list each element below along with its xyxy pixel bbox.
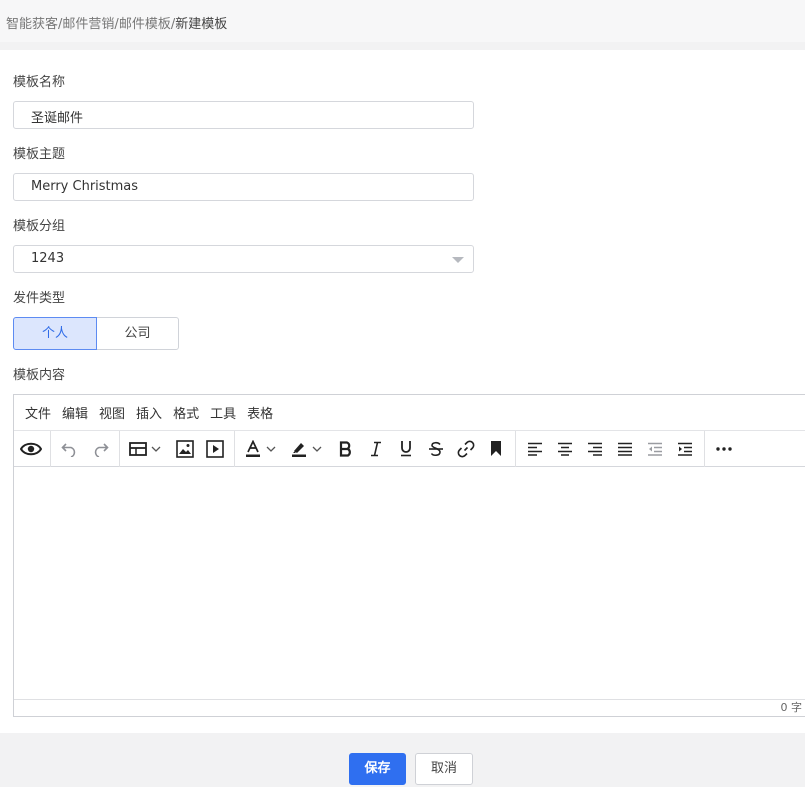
menu-file[interactable]: 文件 <box>25 403 51 422</box>
highlight-icon <box>292 442 322 457</box>
preview-button[interactable] <box>16 434 46 464</box>
editor-statusbar: 0 字 <box>14 699 805 716</box>
breadcrumb-current: 新建模板 <box>175 17 228 32</box>
send-type-personal[interactable]: 个人 <box>13 317 97 350</box>
send-type-company[interactable]: 公司 <box>96 317 179 350</box>
indent-button[interactable] <box>670 434 700 464</box>
menu-format[interactable]: 格式 <box>173 403 199 422</box>
align-right-button[interactable] <box>580 434 610 464</box>
insert-image-button[interactable] <box>170 434 200 464</box>
insert-table-button[interactable] <box>124 434 170 464</box>
redo-button[interactable] <box>85 434 115 464</box>
bookmark-icon <box>491 441 501 456</box>
underline-button[interactable] <box>391 434 421 464</box>
breadcrumb: 智能获客/邮件营销/邮件模板/新建模板 <box>0 0 805 42</box>
editor-toolbar <box>14 430 805 467</box>
template-group-label: 模板分组 <box>13 219 66 234</box>
italic-icon <box>371 441 381 456</box>
italic-button[interactable] <box>361 434 391 464</box>
bold-button[interactable] <box>331 434 361 464</box>
underline-icon <box>401 441 411 457</box>
template-content-label: 模板内容 <box>13 368 66 383</box>
align-right-icon <box>588 442 602 456</box>
eye-icon <box>20 442 42 455</box>
insert-anchor-button[interactable] <box>481 434 511 464</box>
breadcrumb-item-email-templates[interactable]: 邮件模板 <box>119 17 171 32</box>
align-left-icon <box>528 442 542 456</box>
more-button[interactable] <box>709 434 739 464</box>
align-justify-button[interactable] <box>610 434 640 464</box>
breadcrumb-item-email-marketing[interactable]: 邮件营销 <box>62 17 114 32</box>
more-icon <box>716 446 732 451</box>
template-subject-label: 模板主题 <box>13 147 66 162</box>
editor-menubar: 文件 编辑 视图 插入 格式 工具 表格 <box>14 395 805 431</box>
image-icon <box>176 439 194 458</box>
align-justify-icon <box>618 442 632 456</box>
align-left-button[interactable] <box>520 434 550 464</box>
undo-button[interactable] <box>55 434 85 464</box>
indent-icon <box>678 442 692 456</box>
undo-icon <box>61 442 76 457</box>
template-name-label: 模板名称 <box>13 75 66 90</box>
template-group-value: 1243 <box>31 251 65 266</box>
send-type-label: 发件类型 <box>13 291 66 306</box>
link-icon <box>457 440 475 457</box>
strikethrough-icon <box>429 441 443 456</box>
text-color-icon <box>246 439 276 457</box>
breadcrumb-item-smart-leads[interactable]: 智能获客 <box>6 17 58 32</box>
insert-media-button[interactable] <box>200 434 230 464</box>
rich-text-editor: 文件 编辑 视图 插入 格式 工具 表格 0 字 <box>13 394 805 717</box>
save-button[interactable]: 保存 <box>349 753 406 785</box>
align-center-button[interactable] <box>550 434 580 464</box>
menu-table[interactable]: 表格 <box>247 403 273 422</box>
outdent-button[interactable] <box>640 434 670 464</box>
chevron-down-icon <box>452 257 464 263</box>
media-icon <box>206 439 224 458</box>
menu-tools[interactable]: 工具 <box>210 403 236 422</box>
bold-icon <box>339 440 351 457</box>
template-group-select[interactable]: 1243 <box>13 245 474 273</box>
template-name-input[interactable]: 圣诞邮件 <box>13 101 474 129</box>
highlight-color-button[interactable] <box>285 434 331 464</box>
strikethrough-button[interactable] <box>421 434 451 464</box>
cancel-button[interactable]: 取消 <box>415 753 473 785</box>
word-count: 0 字 <box>780 701 803 714</box>
redo-icon <box>94 442 109 457</box>
menu-edit[interactable]: 编辑 <box>62 403 88 422</box>
table-icon <box>129 441 161 456</box>
insert-link-button[interactable] <box>451 434 481 464</box>
menu-insert[interactable]: 插入 <box>136 403 162 422</box>
align-center-icon <box>558 442 572 456</box>
editor-content-area[interactable] <box>14 468 805 700</box>
text-color-button[interactable] <box>239 434 285 464</box>
template-subject-input[interactable]: Merry Christmas <box>13 173 474 201</box>
outdent-icon <box>648 442 662 456</box>
menu-view[interactable]: 视图 <box>99 403 125 422</box>
